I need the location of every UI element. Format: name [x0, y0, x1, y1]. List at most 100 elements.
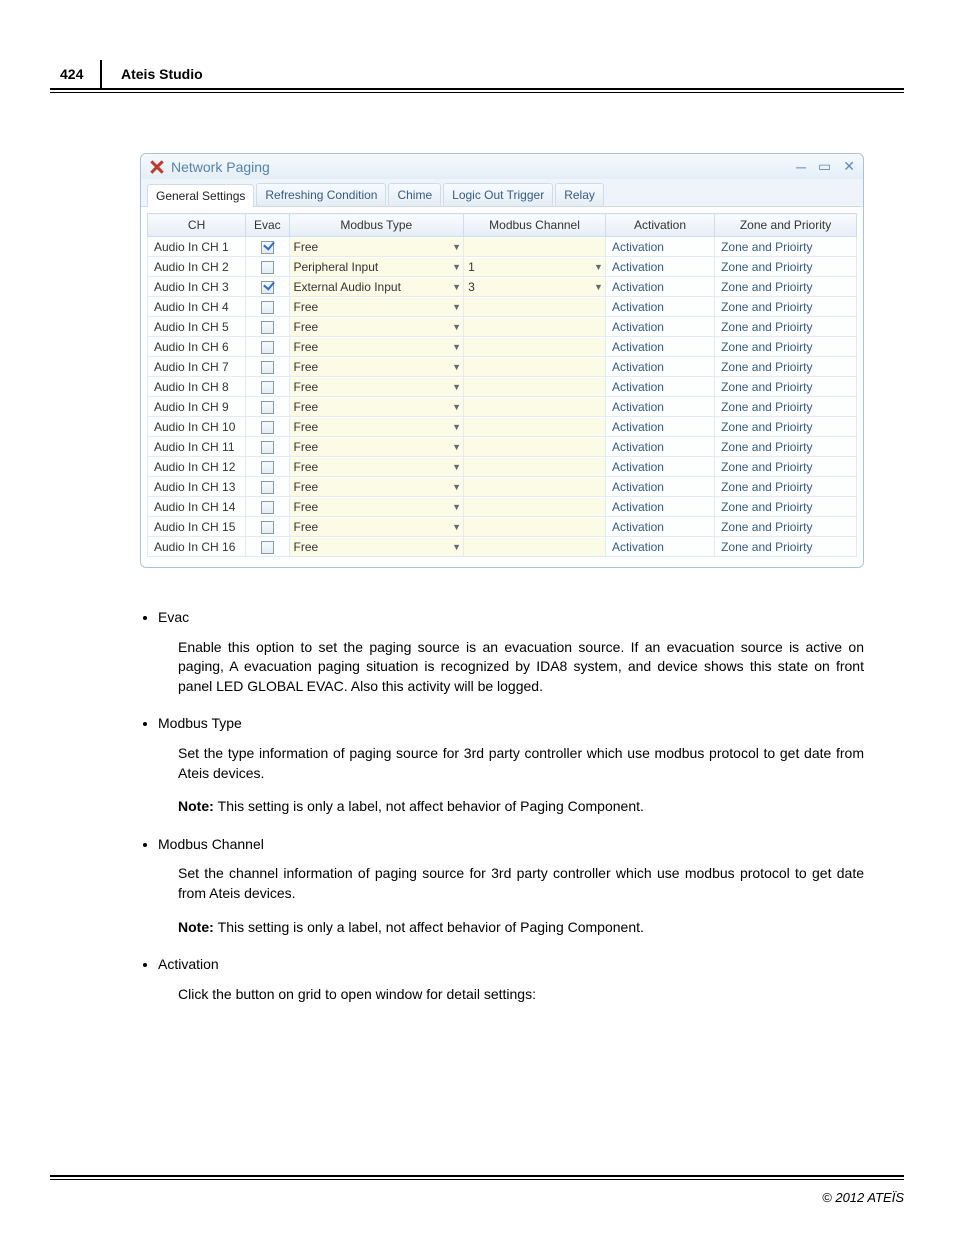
- modbus-channel-dropdown[interactable]: [464, 418, 605, 436]
- maximize-button[interactable]: ▭: [818, 158, 831, 175]
- modbus-channel-dropdown[interactable]: [464, 498, 605, 516]
- column-header[interactable]: Zone and Priority: [715, 214, 857, 237]
- modbus-type-dropdown[interactable]: Free▼: [290, 478, 464, 496]
- zone-priority-button[interactable]: Zone and Prioirty: [721, 460, 812, 474]
- evac-checkbox[interactable]: [261, 401, 274, 414]
- minimize-button[interactable]: ─: [796, 159, 806, 175]
- zone-priority-button[interactable]: Zone and Prioirty: [721, 280, 812, 294]
- zone-priority-button[interactable]: Zone and Prioirty: [721, 440, 812, 454]
- tab-refreshing-condition[interactable]: Refreshing Condition: [256, 183, 386, 206]
- evac-checkbox[interactable]: [261, 361, 274, 374]
- modbus-type-dropdown[interactable]: Free▼: [290, 398, 464, 416]
- zone-priority-button[interactable]: Zone and Prioirty: [721, 340, 812, 354]
- evac-checkbox[interactable]: [261, 261, 274, 274]
- modbus-type-dropdown[interactable]: Free▼: [290, 538, 464, 556]
- activation-button[interactable]: Activation: [612, 380, 664, 394]
- activation-button[interactable]: Activation: [612, 340, 664, 354]
- table-row: Audio In CH 3External Audio Input▼3▼Acti…: [148, 277, 857, 297]
- zone-priority-button[interactable]: Zone and Prioirty: [721, 480, 812, 494]
- evac-checkbox[interactable]: [261, 341, 274, 354]
- evac-checkbox[interactable]: [261, 301, 274, 314]
- activation-button[interactable]: Activation: [612, 420, 664, 434]
- close-button[interactable]: ✕: [843, 158, 855, 175]
- modbus-channel-dropdown[interactable]: [464, 538, 605, 556]
- modbus-channel-dropdown[interactable]: [464, 478, 605, 496]
- modbus-channel-dropdown[interactable]: [464, 518, 605, 536]
- modbus-type-dropdown[interactable]: Free▼: [290, 498, 464, 516]
- zone-priority-button[interactable]: Zone and Prioirty: [721, 380, 812, 394]
- zone-priority-button[interactable]: Zone and Prioirty: [721, 420, 812, 434]
- table-row: Audio In CH 16Free▼ActivationZone and Pr…: [148, 537, 857, 557]
- modbus-channel-dropdown[interactable]: [464, 438, 605, 456]
- modbus-type-dropdown[interactable]: Free▼: [290, 518, 464, 536]
- tab-general-settings[interactable]: General Settings: [147, 184, 254, 207]
- evac-checkbox[interactable]: [261, 241, 274, 254]
- evac-checkbox[interactable]: [261, 281, 274, 294]
- activation-button[interactable]: Activation: [612, 460, 664, 474]
- modbus-channel-dropdown[interactable]: [464, 338, 605, 356]
- modbus-channel-dropdown[interactable]: [464, 238, 605, 256]
- evac-checkbox[interactable]: [261, 381, 274, 394]
- modbus-type-dropdown[interactable]: Free▼: [290, 318, 464, 336]
- evac-checkbox[interactable]: [261, 521, 274, 534]
- evac-checkbox[interactable]: [261, 481, 274, 494]
- modbus-type-dropdown[interactable]: Free▼: [290, 438, 464, 456]
- evac-checkbox[interactable]: [261, 421, 274, 434]
- column-header[interactable]: Activation: [605, 214, 714, 237]
- modbus-type-dropdown[interactable]: Free▼: [290, 358, 464, 376]
- evac-checkbox[interactable]: [261, 541, 274, 554]
- activation-button[interactable]: Activation: [612, 520, 664, 534]
- activation-button[interactable]: Activation: [612, 320, 664, 334]
- activation-button[interactable]: Activation: [612, 280, 664, 294]
- activation-button[interactable]: Activation: [612, 240, 664, 254]
- modbus-type-dropdown[interactable]: Free▼: [290, 418, 464, 436]
- zone-priority-button[interactable]: Zone and Prioirty: [721, 260, 812, 274]
- column-header[interactable]: Modbus Type: [289, 214, 464, 237]
- modbus-channel-dropdown[interactable]: [464, 318, 605, 336]
- modbus-channel-dropdown[interactable]: 1▼: [464, 258, 605, 276]
- evac-checkbox[interactable]: [261, 321, 274, 334]
- zone-priority-button[interactable]: Zone and Prioirty: [721, 320, 812, 334]
- cell-ch: Audio In CH 13: [148, 477, 246, 497]
- activation-button[interactable]: Activation: [612, 500, 664, 514]
- activation-button[interactable]: Activation: [612, 400, 664, 414]
- column-header[interactable]: Evac: [246, 214, 289, 237]
- modbus-type-dropdown[interactable]: Free▼: [290, 378, 464, 396]
- zone-priority-button[interactable]: Zone and Prioirty: [721, 500, 812, 514]
- zone-priority-button[interactable]: Zone and Prioirty: [721, 520, 812, 534]
- evac-checkbox[interactable]: [261, 441, 274, 454]
- activation-button[interactable]: Activation: [612, 440, 664, 454]
- evac-checkbox[interactable]: [261, 501, 274, 514]
- column-header[interactable]: CH: [148, 214, 246, 237]
- modbus-type-dropdown[interactable]: Free▼: [290, 458, 464, 476]
- modbus-channel-dropdown[interactable]: [464, 358, 605, 376]
- tab-logic-out-trigger[interactable]: Logic Out Trigger: [443, 183, 553, 206]
- modbus-type-dropdown[interactable]: Free▼: [290, 238, 464, 256]
- network-paging-window: Network Paging ─ ▭ ✕ General SettingsRef…: [140, 153, 864, 568]
- zone-priority-button[interactable]: Zone and Prioirty: [721, 360, 812, 374]
- modbus-channel-dropdown[interactable]: [464, 298, 605, 316]
- zone-priority-button[interactable]: Zone and Prioirty: [721, 400, 812, 414]
- modbus-type-dropdown[interactable]: Free▼: [290, 298, 464, 316]
- activation-button[interactable]: Activation: [612, 300, 664, 314]
- zone-priority-button[interactable]: Zone and Prioirty: [721, 300, 812, 314]
- tab-relay[interactable]: Relay: [555, 183, 604, 206]
- modbus-channel-dropdown[interactable]: 3▼: [464, 278, 605, 296]
- modbus-type-dropdown[interactable]: External Audio Input▼: [290, 278, 464, 296]
- doc-item: ActivationClick the button on grid to op…: [158, 955, 864, 1004]
- modbus-type-dropdown[interactable]: Peripheral Input▼: [290, 258, 464, 276]
- modbus-channel-dropdown[interactable]: [464, 398, 605, 416]
- activation-button[interactable]: Activation: [612, 260, 664, 274]
- zone-priority-button[interactable]: Zone and Prioirty: [721, 240, 812, 254]
- evac-checkbox[interactable]: [261, 461, 274, 474]
- modbus-type-dropdown[interactable]: Free▼: [290, 338, 464, 356]
- modbus-channel-dropdown[interactable]: [464, 458, 605, 476]
- tab-chime[interactable]: Chime: [388, 183, 441, 206]
- column-header[interactable]: Modbus Channel: [464, 214, 606, 237]
- zone-priority-button[interactable]: Zone and Prioirty: [721, 540, 812, 554]
- activation-button[interactable]: Activation: [612, 540, 664, 554]
- activation-button[interactable]: Activation: [612, 360, 664, 374]
- modbus-channel-dropdown[interactable]: [464, 378, 605, 396]
- doc-item-body: Set the channel information of paging so…: [178, 864, 864, 903]
- activation-button[interactable]: Activation: [612, 480, 664, 494]
